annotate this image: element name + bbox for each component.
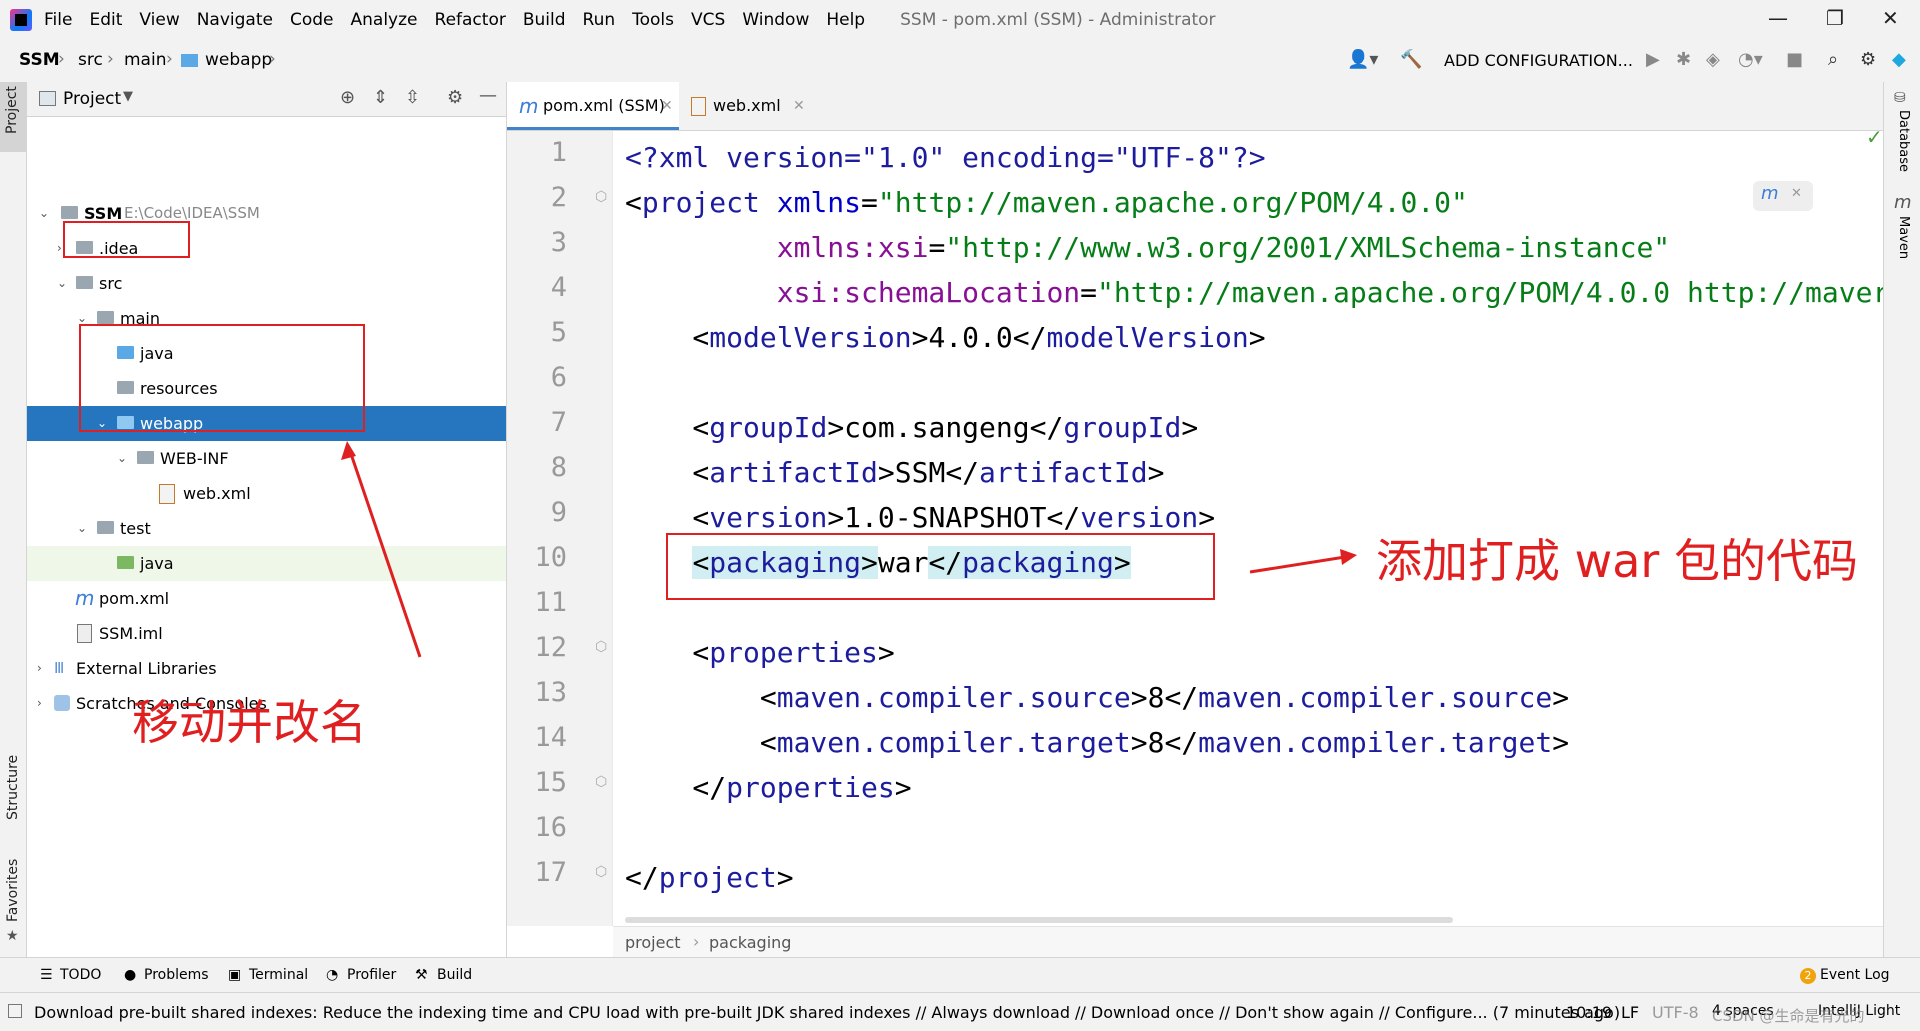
arrowhead-icon	[1340, 549, 1357, 565]
arrowhead-icon	[341, 441, 356, 460]
annotation-arrows	[341, 441, 1357, 658]
arrow-line-packaging	[1249, 555, 1346, 574]
annotation-war-code: 添加打成 war 包的代码	[1376, 534, 1858, 588]
arrow-line-rename	[347, 447, 422, 658]
annotation-move-rename: 移动并改名	[132, 696, 367, 751]
